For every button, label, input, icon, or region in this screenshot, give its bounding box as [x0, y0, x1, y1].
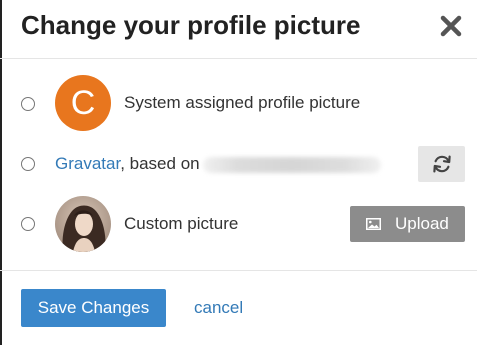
upload-button[interactable]: Upload	[350, 206, 465, 242]
gravatar-label-suffix: , based on	[120, 154, 200, 173]
save-changes-button[interactable]: Save Changes	[21, 289, 166, 327]
option-gravatar: Gravatar, based on	[0, 146, 477, 182]
dialog-footer: Save Changes cancel	[0, 270, 477, 346]
custom-label: Custom picture	[124, 214, 239, 233]
dialog-title: Change your profile picture	[21, 10, 361, 40]
gravatar-email-redacted	[202, 156, 381, 173]
option-custom: Custom picture Upload	[0, 196, 477, 252]
close-icon	[440, 15, 462, 37]
radio-system[interactable]	[21, 97, 35, 111]
radio-custom[interactable]	[21, 217, 35, 231]
custom-avatar-image	[55, 196, 111, 252]
close-button[interactable]	[436, 11, 466, 41]
custom-avatar-photo	[55, 196, 111, 252]
option-system: C System assigned profile picture	[0, 75, 477, 131]
upload-label: Upload	[395, 214, 449, 233]
gravatar-label: Gravatar, based on	[55, 154, 381, 174]
cancel-link[interactable]: cancel	[194, 298, 243, 318]
image-icon	[366, 218, 381, 230]
refresh-icon	[432, 155, 451, 173]
system-avatar: C	[55, 75, 111, 131]
gravatar-link[interactable]: Gravatar	[55, 154, 120, 173]
dialog-header: Change your profile picture	[0, 0, 477, 59]
system-avatar-letter: C	[70, 84, 96, 122]
radio-gravatar[interactable]	[21, 157, 35, 171]
refresh-gravatar-button[interactable]	[418, 146, 465, 182]
system-label: System assigned profile picture	[124, 93, 361, 112]
